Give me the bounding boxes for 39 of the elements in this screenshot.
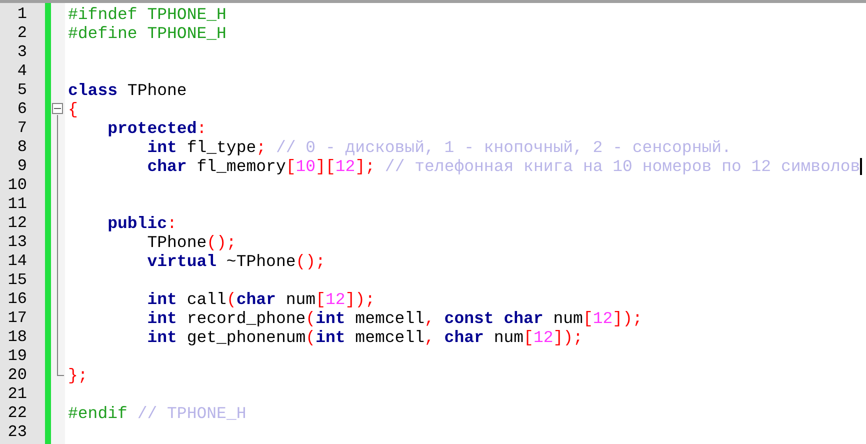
code-line: #endif // TPHONE_H xyxy=(68,404,246,423)
code-line: virtual ~TPhone(); xyxy=(146,252,326,271)
fold-toggle[interactable] xyxy=(52,103,63,114)
line-number: 4 xyxy=(16,62,28,81)
code-line: int record_phone(int memcell, const char num[12]); xyxy=(146,309,642,328)
line-number: 6 xyxy=(16,100,28,119)
code-line: class TPhone xyxy=(68,81,187,100)
line-number: 16 xyxy=(6,290,28,309)
line-number: 12 xyxy=(6,214,28,233)
line-number: 14 xyxy=(6,252,28,271)
code-line: int call(char num[12]); xyxy=(146,290,375,309)
code-line: TPhone(); xyxy=(146,233,236,252)
line-number: 7 xyxy=(16,119,28,138)
code-line: public: xyxy=(106,214,177,233)
code-line: #ifndef TPHONE_H xyxy=(68,5,226,24)
line-number: 22 xyxy=(6,404,28,423)
code-line: #define TPHONE_H xyxy=(68,24,226,43)
line-number: 8 xyxy=(16,138,28,157)
line-number: 19 xyxy=(6,347,28,366)
line-number: 11 xyxy=(6,195,28,214)
line-number: 15 xyxy=(6,271,28,290)
line-number: 23 xyxy=(6,423,28,442)
line-number: 3 xyxy=(16,43,28,62)
line-number: 2 xyxy=(16,24,28,43)
line-number: 13 xyxy=(6,233,28,252)
code-line: }; xyxy=(68,366,88,385)
line-number: 18 xyxy=(6,328,28,347)
code-line: protected: xyxy=(106,119,207,138)
line-number: 17 xyxy=(6,309,28,328)
line-number: 1 xyxy=(16,5,28,24)
code-line: char fl_memory[10][12]; // телефонная книга на 10 номеров по 12 символов xyxy=(146,157,860,176)
code-line: { xyxy=(68,100,78,119)
line-number: 10 xyxy=(6,176,28,195)
code-line: int fl_type; // 0 - дисковый, 1 - кнопочный, 2 - сенсорный. xyxy=(146,138,732,157)
line-number: 21 xyxy=(6,385,28,404)
line-number: 5 xyxy=(16,81,28,100)
line-number: 9 xyxy=(16,157,28,176)
line-number: 20 xyxy=(6,366,28,385)
code-line: int get_phonenum(int memcell, char num[12]); xyxy=(146,328,583,347)
